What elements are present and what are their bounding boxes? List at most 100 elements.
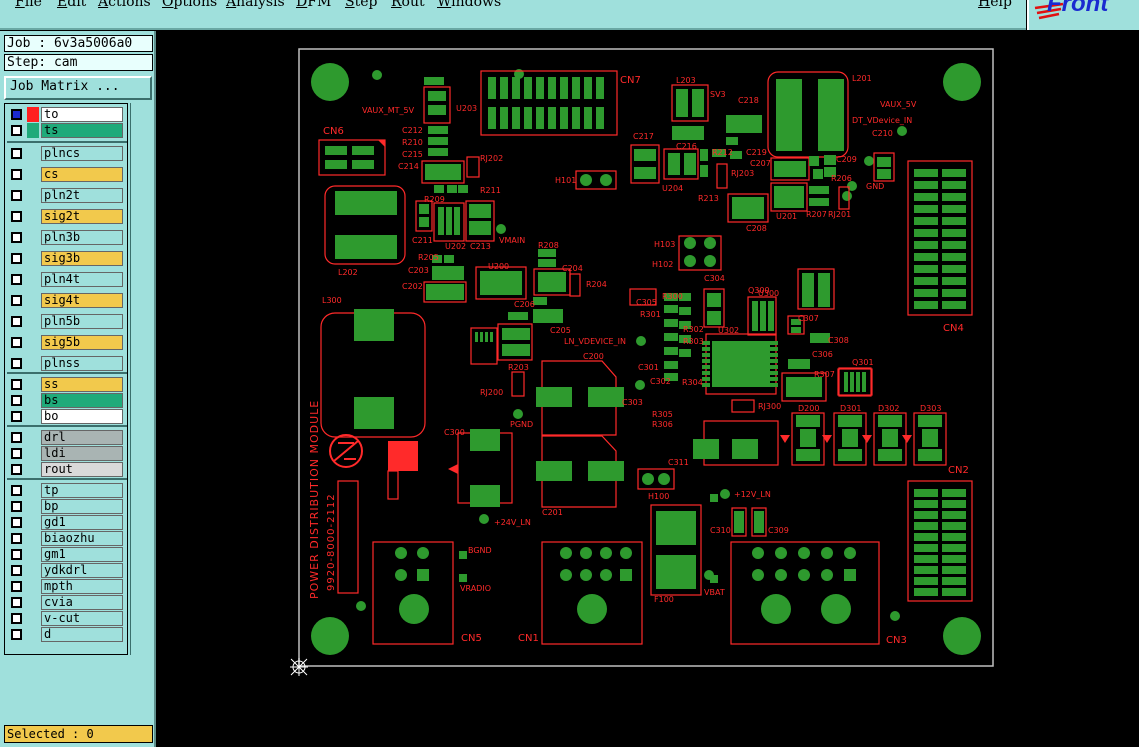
layer-checkbox[interactable]	[11, 533, 22, 544]
layer-row-pln4t[interactable]: pln4t	[7, 272, 127, 287]
layer-checkbox[interactable]	[11, 232, 22, 243]
pad	[726, 137, 738, 145]
round-pad	[704, 255, 716, 267]
pad	[914, 229, 938, 237]
layer-checkbox[interactable]	[11, 629, 22, 640]
silk-label: C215	[402, 150, 423, 159]
pad	[818, 79, 844, 151]
layer-checkbox[interactable]	[11, 485, 22, 496]
layer-row-bp[interactable]: bp	[7, 499, 127, 514]
layer-row-ydkdrl[interactable]: ydkdrl	[7, 563, 127, 578]
layer-checkbox[interactable]	[11, 274, 22, 285]
silk-label: C203	[408, 266, 429, 275]
silk-label: C311	[668, 458, 689, 467]
silk-label: R304	[682, 378, 703, 387]
silk-label: R205	[418, 253, 439, 262]
layer-row-cs[interactable]: cs	[7, 167, 127, 182]
layer-checkbox[interactable]	[11, 316, 22, 327]
round-pad	[798, 569, 810, 581]
layer-row-pln2t[interactable]: pln2t	[7, 188, 127, 203]
silk-label: RJ200	[480, 388, 503, 397]
pad	[770, 383, 778, 387]
layer-checkbox[interactable]	[11, 190, 22, 201]
pad	[536, 107, 544, 129]
layer-row-plnss[interactable]: plnss	[7, 356, 127, 371]
layer-row-sig4t[interactable]: sig4t	[7, 293, 127, 308]
pad	[809, 186, 819, 194]
layer-checkbox[interactable]	[11, 464, 22, 475]
pad	[942, 588, 966, 596]
menu-windows[interactable]: Windows	[437, 0, 501, 10]
layer-list-scrollbar[interactable]	[130, 103, 152, 655]
pad	[819, 198, 829, 206]
pad	[878, 449, 902, 461]
layer-row-bo[interactable]: bo	[7, 409, 127, 424]
layer-checkbox[interactable]	[11, 358, 22, 369]
layer-checkbox[interactable]	[11, 549, 22, 560]
layer-checkbox[interactable]	[11, 597, 22, 608]
layer-row-pln3b[interactable]: pln3b	[7, 230, 127, 245]
layer-row-sig5b[interactable]: sig5b	[7, 335, 127, 350]
board-canvas[interactable]: CN7 CN6 CN4 CN2 CN5 CN1 CN3 L201 L202 L203 L300 U20…	[158, 31, 1139, 747]
layer-row-mpth[interactable]: mpth	[7, 579, 127, 594]
menu-file[interactable]: File	[15, 0, 42, 10]
layer-row-plncs[interactable]: plncs	[7, 146, 127, 161]
layer-checkbox[interactable]	[11, 613, 22, 624]
layer-row-to[interactable]: to	[7, 107, 127, 122]
layer-checkbox[interactable]	[11, 501, 22, 512]
layer-checkbox[interactable]	[11, 253, 22, 264]
layer-row-biaozhu[interactable]: biaozhu	[7, 531, 127, 546]
layer-checkbox[interactable]	[11, 517, 22, 528]
layer-list: to ts plncs cs pln2t sig2t pln3b sig3b pln4t sig4…	[4, 103, 128, 655]
job-matrix-button[interactable]: Job Matrix ...	[4, 76, 152, 100]
silk-label: R306	[652, 420, 673, 429]
layer-checkbox[interactable]	[11, 125, 22, 136]
pad	[469, 204, 491, 218]
layer-row-d[interactable]: d	[7, 627, 127, 642]
pad	[942, 489, 966, 497]
menu-dfm[interactable]: DFM	[296, 0, 331, 10]
layer-row-rout[interactable]: rout	[7, 462, 127, 477]
layer-checkbox[interactable]	[11, 411, 22, 422]
layer-checkbox[interactable]	[11, 395, 22, 406]
layer-row-bs[interactable]: bs	[7, 393, 127, 408]
menu-options[interactable]: Options	[162, 0, 217, 10]
menu-step[interactable]: Step	[345, 0, 377, 10]
layer-checkbox[interactable]	[11, 565, 22, 576]
layer-checkbox[interactable]	[11, 211, 22, 222]
layer-checkbox[interactable]	[11, 337, 22, 348]
layer-checkbox[interactable]	[11, 379, 22, 390]
menu-edit[interactable]: Edit	[57, 0, 86, 10]
layer-checkbox[interactable]	[11, 148, 22, 159]
layer-row-cvia[interactable]: cvia	[7, 595, 127, 610]
layer-row-ts[interactable]: ts	[7, 123, 127, 138]
layer-row-drl[interactable]: drl	[7, 430, 127, 445]
layer-checkbox[interactable]	[11, 169, 22, 180]
layer-checkbox[interactable]	[11, 109, 22, 120]
layer-row-sig3b[interactable]: sig3b	[7, 251, 127, 266]
round-pad	[642, 473, 654, 485]
menu-rout[interactable]: Rout	[391, 0, 425, 10]
layer-row-v-cut[interactable]: v-cut	[7, 611, 127, 626]
pad	[664, 361, 678, 369]
layer-checkbox[interactable]	[11, 581, 22, 592]
layer-checkbox[interactable]	[11, 432, 22, 443]
layer-row-gd1[interactable]: gd1	[7, 515, 127, 530]
pad	[877, 157, 891, 167]
layer-row-gm1[interactable]: gm1	[7, 547, 127, 562]
pad	[354, 397, 394, 429]
menu-help[interactable]: Help	[978, 0, 1012, 10]
layer-row-ldi[interactable]: ldi	[7, 446, 127, 461]
layer-row-sig2t[interactable]: sig2t	[7, 209, 127, 224]
pad	[770, 359, 778, 363]
layer-row-ss[interactable]: ss	[7, 377, 127, 392]
layer-checkbox[interactable]	[11, 295, 22, 306]
pad	[560, 107, 568, 129]
layer-row-pln5b[interactable]: pln5b	[7, 314, 127, 329]
layer-checkbox[interactable]	[11, 448, 22, 459]
menu-analysis[interactable]: Analysis	[226, 0, 285, 10]
pad	[942, 217, 966, 225]
pad	[536, 461, 572, 481]
menu-actions[interactable]: Actions	[98, 0, 151, 10]
layer-row-tp[interactable]: tp	[7, 483, 127, 498]
